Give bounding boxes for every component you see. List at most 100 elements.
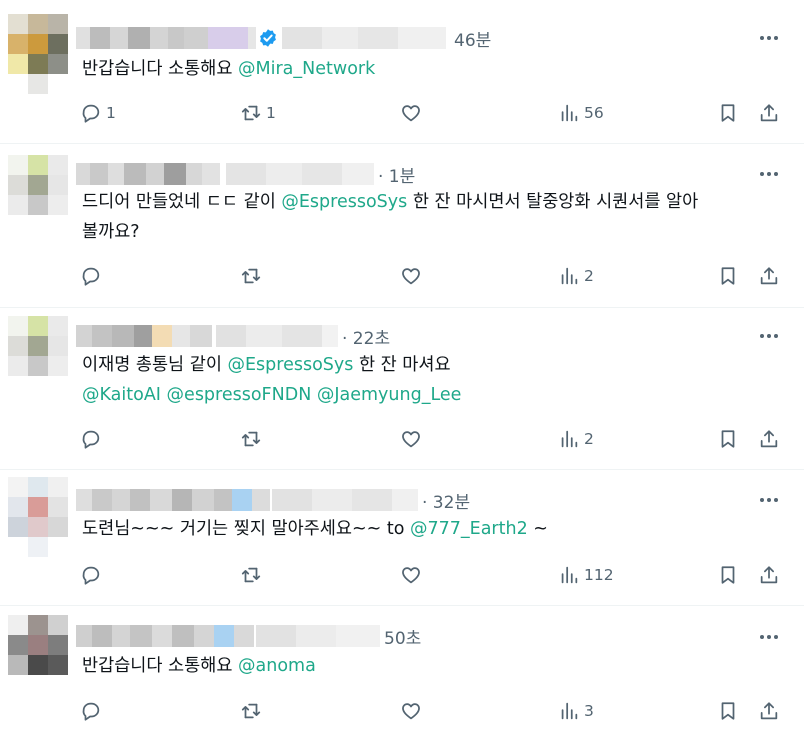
- like-button[interactable]: [400, 562, 426, 588]
- bookmark-button[interactable]: [717, 100, 739, 126]
- views-icon: [561, 430, 578, 448]
- timestamp[interactable]: 46분: [454, 26, 491, 51]
- more-icon[interactable]: [758, 28, 780, 48]
- bookmark-button[interactable]: [717, 426, 739, 452]
- mention-link[interactable]: @777_Earth2: [410, 519, 528, 539]
- view-count: 2: [584, 430, 594, 448]
- retweet-button[interactable]: [240, 426, 266, 452]
- more-icon[interactable]: [758, 490, 780, 510]
- tweet-text: 이재명 총통님 같이 @EspressoSys 한 잔 마셔요 @KaitoAI…: [82, 350, 782, 410]
- like-button[interactable]: [400, 698, 426, 724]
- mention-link[interactable]: @Mira_Network: [238, 59, 375, 79]
- tweet[interactable]: · 32분 도련님~~~ 거기는 찢지 말아주세요~~ to @777_Eart…: [0, 469, 804, 606]
- tweet-header: · 22초: [76, 324, 390, 349]
- display-name[interactable]: [76, 625, 254, 647]
- reply-icon: [82, 430, 100, 449]
- action-bar: 2: [80, 426, 790, 452]
- views-button[interactable]: 3: [558, 698, 594, 724]
- bookmark-icon: [721, 702, 735, 720]
- timestamp[interactable]: · 1분: [378, 162, 415, 187]
- heart-icon: [402, 268, 420, 285]
- views-button[interactable]: 2: [558, 426, 594, 452]
- reply-button[interactable]: 1: [80, 100, 116, 126]
- like-button[interactable]: [400, 100, 426, 126]
- timestamp[interactable]: · 32분: [422, 488, 470, 513]
- mention-link[interactable]: @EspressoSys: [228, 355, 354, 375]
- handle[interactable]: [272, 489, 418, 511]
- bookmark-button[interactable]: [717, 698, 739, 724]
- text-segment: ~: [527, 519, 548, 539]
- view-count: 3: [584, 702, 594, 720]
- handle[interactable]: [256, 625, 380, 647]
- retweet-button[interactable]: [240, 562, 266, 588]
- tweet-header: · 1분: [76, 162, 415, 187]
- text-segment: 한 잔 마셔요: [353, 355, 451, 375]
- retweet-icon: [241, 268, 261, 284]
- reply-button[interactable]: [80, 426, 106, 452]
- like-button[interactable]: [400, 263, 426, 289]
- reply-button[interactable]: [80, 562, 106, 588]
- action-bar: 2: [80, 263, 790, 289]
- mention-link[interactable]: @Jaemyung_Lee: [317, 385, 462, 405]
- share-button[interactable]: [758, 698, 780, 724]
- text-segment: 도련님~~~ 거기는 찢지 말아주세요~~ to: [82, 519, 410, 539]
- like-button[interactable]: [400, 426, 426, 452]
- more-icon[interactable]: [758, 326, 780, 346]
- action-bar: 1 1 56: [80, 100, 790, 126]
- views-button[interactable]: 56: [558, 100, 604, 126]
- more-icon[interactable]: [758, 164, 780, 184]
- tweet-text: 드디어 만들었네 ㄷㄷ 같이 @EspressoSys 한 잔 마시면서 탈중앙…: [82, 187, 782, 247]
- bookmark-button[interactable]: [717, 562, 739, 588]
- bookmark-button[interactable]: [717, 263, 739, 289]
- timestamp[interactable]: · 22초: [342, 324, 390, 349]
- mention-link[interactable]: @EspressoSys: [281, 192, 407, 212]
- handle[interactable]: [226, 163, 374, 185]
- timestamp[interactable]: 50초: [384, 624, 421, 649]
- share-button[interactable]: [758, 426, 780, 452]
- retweet-icon: [241, 567, 261, 583]
- display-name[interactable]: [76, 27, 256, 49]
- retweet-button[interactable]: 1: [240, 100, 276, 126]
- mention-link[interactable]: @KaitoAI: [82, 385, 161, 405]
- avatar[interactable]: [8, 155, 68, 235]
- share-button[interactable]: [758, 562, 780, 588]
- handle[interactable]: [216, 325, 338, 347]
- tweet-text: 도련님~~~ 거기는 찢지 말아주세요~~ to @777_Earth2 ~: [82, 514, 782, 544]
- handle[interactable]: [282, 27, 446, 49]
- reply-button[interactable]: [80, 698, 106, 724]
- tweet-text: 반갑습니다 소통해요 @anoma: [82, 651, 782, 681]
- share-button[interactable]: [758, 100, 780, 126]
- tweet-header: 50초: [76, 624, 421, 649]
- retweet-icon: [241, 703, 261, 719]
- mention-link[interactable]: @espressoFNDN: [167, 385, 312, 405]
- share-icon: [760, 566, 778, 584]
- share-button[interactable]: [758, 263, 780, 289]
- avatar[interactable]: [8, 477, 68, 557]
- avatar[interactable]: [8, 615, 68, 695]
- display-name[interactable]: [76, 163, 220, 185]
- tweet[interactable]: 50초 반갑습니다 소통해요 @anoma 3: [0, 605, 804, 738]
- views-icon: [561, 104, 578, 122]
- avatar[interactable]: [8, 316, 68, 396]
- retweet-button[interactable]: [240, 263, 266, 289]
- action-bar: 3: [80, 698, 790, 724]
- retweet-button[interactable]: [240, 698, 266, 724]
- mention-link[interactable]: @anoma: [238, 656, 316, 676]
- views-icon: [561, 267, 578, 285]
- tweet-header: · 32분: [76, 488, 470, 513]
- tweet[interactable]: 46분 반갑습니다 소통해요 @Mira_Network 1 1 56: [0, 0, 804, 144]
- views-button[interactable]: 112: [558, 562, 614, 588]
- heart-icon: [402, 105, 420, 122]
- share-icon: [760, 702, 778, 720]
- text-segment: 이재명 총통님 같이: [82, 355, 228, 375]
- reply-button[interactable]: [80, 263, 106, 289]
- tweet[interactable]: · 22초 이재명 총통님 같이 @EspressoSys 한 잔 마셔요 @K…: [0, 307, 804, 470]
- tweet-header: 46분: [76, 26, 491, 51]
- text-segment: 볼까요?: [82, 222, 140, 242]
- avatar[interactable]: [8, 14, 68, 94]
- more-icon[interactable]: [758, 627, 780, 647]
- tweet[interactable]: · 1분 드디어 만들었네 ㄷㄷ 같이 @EspressoSys 한 잔 마시면…: [0, 143, 804, 308]
- display-name[interactable]: [76, 489, 270, 511]
- display-name[interactable]: [76, 325, 212, 347]
- views-button[interactable]: 2: [558, 263, 594, 289]
